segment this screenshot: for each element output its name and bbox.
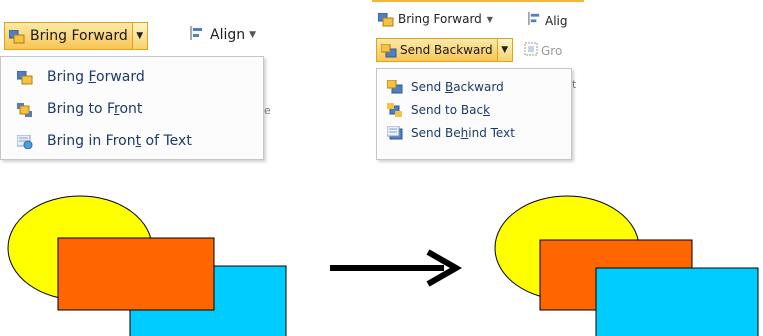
chevron-down-icon: ▼: [136, 31, 144, 41]
group-label: Gro: [541, 44, 563, 58]
group-button[interactable]: Gro: [524, 42, 562, 60]
menu-item-send-backward[interactable]: Send Backward: [377, 75, 571, 98]
bring-forward-icon: [8, 29, 25, 43]
blue-rectangle-right: [595, 267, 759, 336]
send-to-back-icon: [386, 103, 402, 117]
align-icon: [190, 26, 204, 44]
send-backward-icon: [380, 43, 397, 57]
bring-forward-icon: [16, 70, 32, 84]
menu-label: Send Backward: [411, 79, 504, 94]
align-label: Alig: [545, 13, 568, 28]
align-button[interactable]: Alig: [528, 12, 568, 29]
align-label: Align: [210, 27, 246, 43]
align-button[interactable]: Align ▼: [190, 26, 256, 44]
menu-label: Send Behind Text: [411, 125, 515, 140]
group-icon: [524, 42, 538, 60]
menu-item-send-behind-text[interactable]: Send Behind Text: [377, 121, 571, 144]
bring-forward-split-button[interactable]: Bring Forward ▼: [4, 22, 148, 50]
menu-label: Bring to Front: [47, 101, 143, 117]
bring-forward-dropdown-arrow[interactable]: ▼: [131, 23, 147, 49]
menu-item-bring-in-front-of-text[interactable]: Bring in Front of Text: [1, 125, 263, 157]
ribbon-edge: t: [572, 78, 577, 91]
align-icon: [528, 12, 541, 29]
right-ribbon-panel: Bring Forward ▼ Alig Send Backward ▼ Gro…: [372, 0, 584, 168]
left-ribbon-panel: Bring Forward ▼ Align ▼ Bring Forward Br…: [0, 14, 280, 164]
send-backward-dropdown-arrow[interactable]: ▼: [496, 39, 512, 61]
send-backward-label: Send Backward: [400, 43, 493, 57]
send-backward-button[interactable]: Send Backward: [377, 39, 497, 61]
bring-to-front-icon: [16, 102, 32, 117]
send-backward-icon: [386, 79, 402, 94]
bring-forward-button[interactable]: Bring Forward ▼: [377, 12, 493, 26]
menu-label: Bring in Front of Text: [47, 133, 192, 149]
send-backward-menu: Send Backward Send to Back Send Behind T…: [376, 68, 572, 160]
bring-forward-icon: [377, 12, 394, 26]
menu-label: Bring Forward: [47, 69, 145, 85]
chevron-down-icon: ▼: [486, 14, 493, 24]
layering-illustration: [7, 195, 759, 336]
send-backward-split-button[interactable]: Send Backward ▼: [376, 38, 513, 62]
menu-item-bring-forward[interactable]: Bring Forward: [1, 61, 263, 93]
send-behind-text-icon: [386, 125, 402, 140]
bring-forward-button[interactable]: Bring Forward: [5, 23, 132, 49]
chevron-down-icon: ▼: [501, 45, 509, 55]
menu-label: Send to Back: [411, 102, 491, 117]
orange-rectangle-left: [57, 237, 215, 311]
menu-item-send-to-back[interactable]: Send to Back: [377, 98, 571, 121]
bring-forward-menu: Bring Forward Bring to Front Bring in Fr…: [0, 56, 264, 160]
chevron-down-icon: ▼: [249, 30, 257, 40]
bring-forward-label: Bring Forward: [398, 12, 482, 26]
ribbon-edge: e: [264, 104, 271, 117]
bring-in-front-of-text-icon: [16, 134, 32, 149]
ribbon-top-border: [372, 0, 584, 2]
menu-item-bring-to-front[interactable]: Bring to Front: [1, 93, 263, 125]
bring-forward-label: Bring Forward: [30, 28, 128, 44]
